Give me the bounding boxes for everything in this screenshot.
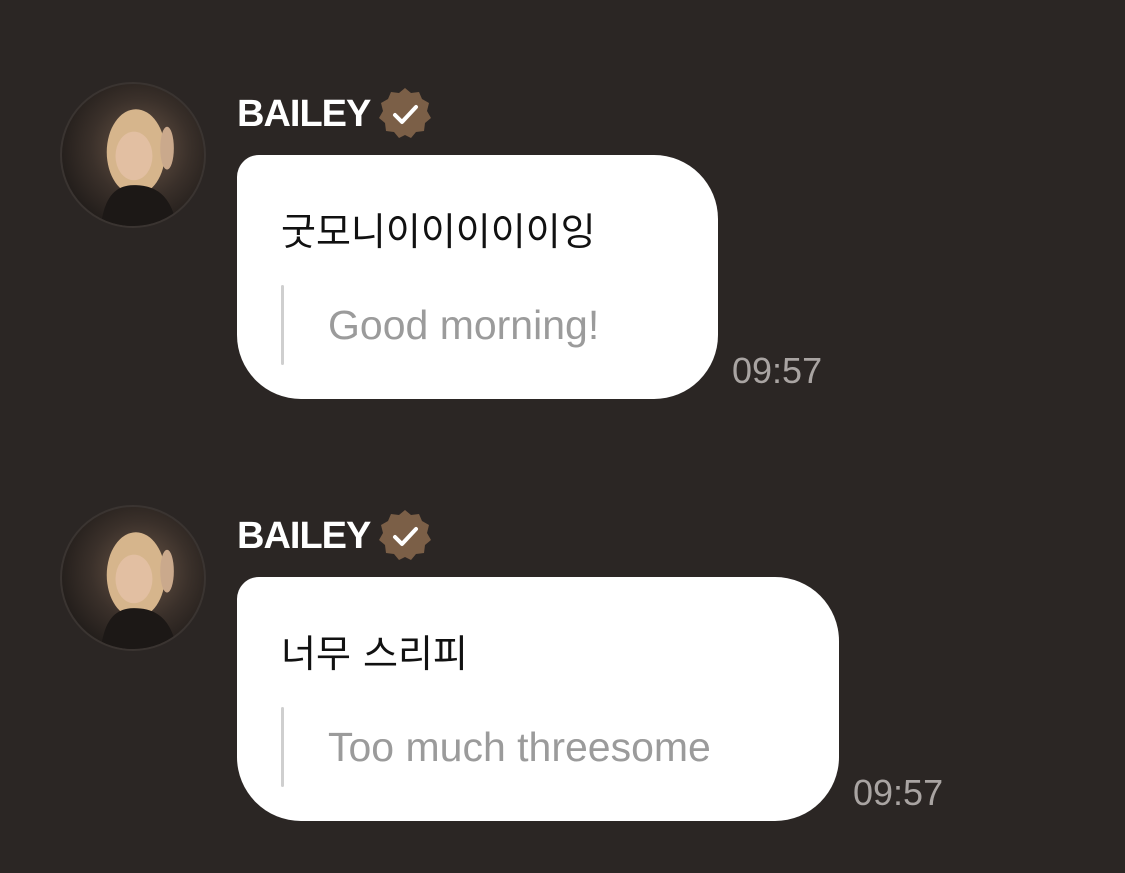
avatar[interactable] <box>60 82 206 228</box>
sender-name[interactable]: BAILEY <box>237 515 371 558</box>
profile-photo-icon <box>100 532 177 649</box>
message-original-text: 너무 스리피 <box>281 632 468 676</box>
sender-name[interactable]: BAILEY <box>237 93 371 136</box>
verified-badge-icon <box>379 88 432 138</box>
message-bubble[interactable]: 굿모니이이이이이잉 Good morning! <box>237 155 718 399</box>
profile-photo-icon <box>100 109 177 226</box>
message-timestamp: 09:57 <box>732 350 823 391</box>
message-bubble[interactable]: 너무 스리피 Too much threesome <box>237 577 839 821</box>
quote-bar <box>281 707 284 787</box>
sender-row: BAILEY <box>237 506 434 566</box>
message-timestamp: 09:57 <box>853 772 944 813</box>
translated-text: Good morning! <box>328 301 600 348</box>
translation-block: Too much threesome <box>281 707 711 787</box>
translated-text: Too much threesome <box>328 723 711 770</box>
sender-row: BAILEY <box>237 84 434 144</box>
translation-block: Good morning! <box>281 285 599 365</box>
message-original-text: 굿모니이이이이이잉 <box>281 210 596 254</box>
avatar[interactable] <box>60 505 206 651</box>
verified-badge-icon <box>379 510 432 560</box>
quote-bar <box>281 285 284 365</box>
